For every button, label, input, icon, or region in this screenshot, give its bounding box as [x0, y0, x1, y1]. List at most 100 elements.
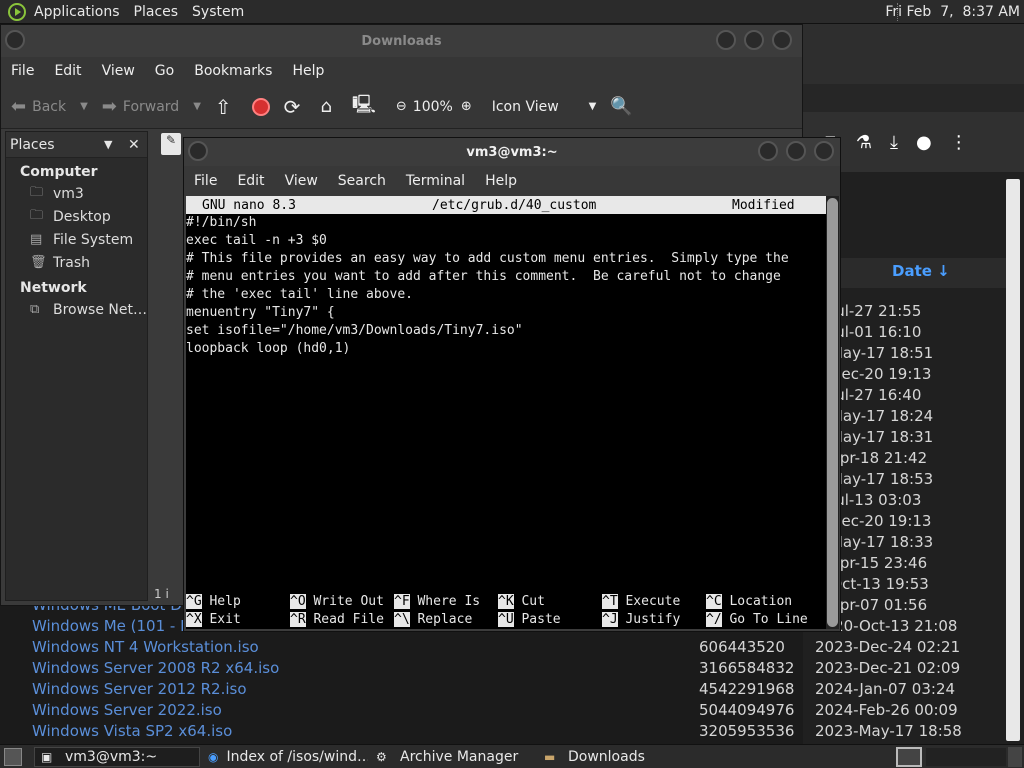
menu-file[interactable]: File	[11, 63, 34, 79]
browser-scrollbar[interactable]	[1006, 179, 1020, 741]
trash-applet-icon[interactable]	[1008, 747, 1022, 767]
menu-search[interactable]: Search	[338, 173, 386, 189]
chevron-down-icon[interactable]: ▼	[104, 138, 112, 151]
shortcut-key: ^\	[394, 612, 410, 627]
menu-view[interactable]: View	[102, 63, 135, 79]
minimize-button[interactable]	[716, 30, 736, 50]
file-name-link[interactable]: Windows Server 2022.iso	[32, 701, 222, 719]
menu-bookmarks[interactable]: Bookmarks	[194, 63, 272, 79]
applications-menu[interactable]: Applications	[34, 4, 120, 20]
menu-go[interactable]: Go	[155, 63, 174, 79]
shortcut-key: ^T	[602, 594, 618, 609]
terminal-icon: ▣	[41, 750, 53, 764]
more-icon[interactable]: ⋮	[950, 132, 968, 153]
file-name-link[interactable]: Windows Server 2008 R2 x64.iso	[32, 659, 279, 677]
menu-help[interactable]: Help	[485, 173, 517, 189]
sidebar-item-trash[interactable]: 🗑 Trash	[6, 251, 147, 274]
show-desktop-icon[interactable]	[4, 748, 22, 766]
workspace-1[interactable]	[896, 747, 922, 767]
window-menu-button[interactable]	[5, 30, 25, 50]
zoom-out-icon[interactable]: ⊖	[396, 99, 407, 114]
shortcut-label: Write Out	[305, 594, 384, 609]
table-row[interactable]: Windows Server 2022.iso 5044094976 2024-Fe…	[20, 701, 980, 722]
trash-icon: 🗑	[30, 255, 47, 270]
sidebar-item-desktop[interactable]: 🗀 Desktop	[6, 205, 147, 228]
shortcut-key: ^C	[706, 594, 722, 609]
nano-shortcut: ^G Help	[186, 593, 241, 611]
home-button[interactable]: ⌂	[320, 96, 337, 117]
edit-location-icon[interactable]: ✎	[161, 133, 181, 155]
chevron-down-icon[interactable]: ▼	[80, 101, 88, 112]
file-name-link[interactable]: Windows Me (101 - Ret	[32, 617, 205, 635]
menu-view[interactable]: View	[285, 173, 318, 189]
nano-line: menuentry "Tiny7" {	[186, 305, 335, 320]
table-row[interactable]: Windows Server 2012 R2.iso 4542291968 2024…	[20, 680, 980, 701]
file-name-link[interactable]: Windows Server 2012 R2.iso	[32, 680, 247, 698]
window-menu-button[interactable]	[188, 141, 208, 161]
shortcut-key: ^R	[290, 612, 306, 627]
file-name-link[interactable]: Windows NT 4 Workstation.iso	[32, 638, 259, 656]
nano-shortcut: ^C Location	[706, 593, 792, 611]
reload-button[interactable]: ⟳	[284, 95, 307, 119]
menu-help[interactable]: Help	[292, 63, 324, 79]
terminal-scrollbar[interactable]	[826, 196, 839, 629]
labs-icon[interactable]: ⚗	[856, 132, 872, 153]
zoom-in-icon[interactable]: ⊕	[461, 99, 472, 114]
menu-file[interactable]: File	[194, 173, 217, 189]
task-downloads[interactable]: ▬ Downloads	[538, 747, 704, 767]
stop-button[interactable]	[251, 97, 270, 116]
workspace-switcher[interactable]	[926, 748, 1006, 766]
sidebar-item-browse-network[interactable]: ⧉ Browse Net…	[6, 298, 147, 321]
back-button[interactable]: ⬅ Back ▼	[11, 96, 88, 117]
reload-icon: ⟳	[283, 94, 301, 119]
close-button[interactable]	[772, 30, 792, 50]
computer-button[interactable]: 🖳	[352, 92, 382, 122]
table-row[interactable]: Windows NT 4 Workstation.iso 606443520 202…	[20, 638, 980, 659]
menu-edit[interactable]: Edit	[237, 173, 264, 189]
terminal-menubar: File Edit View Search Terminal Help	[184, 166, 840, 196]
nano-line: exec tail -n +3 $0	[186, 233, 327, 248]
chevron-down-icon[interactable]: ▼	[193, 101, 201, 112]
search-button[interactable]: 🔍	[610, 96, 638, 117]
menu-edit[interactable]: Edit	[54, 63, 81, 79]
clock[interactable]: Fri Feb 7, 8:37 AM	[885, 4, 1020, 20]
close-icon[interactable]: ✕	[128, 137, 140, 153]
date-column-header[interactable]: Date ↓	[840, 258, 1006, 288]
task-archive-manager[interactable]: ⚙ Archive Manager	[370, 747, 536, 767]
file-manager-titlebar[interactable]: Downloads	[1, 25, 802, 57]
sidebar-item-file-system[interactable]: ▤ File System	[6, 228, 147, 251]
forward-button[interactable]: ➡ Forward ▼	[102, 96, 201, 117]
minimize-button[interactable]	[758, 141, 778, 161]
menu-terminal[interactable]: Terminal	[406, 173, 465, 189]
task-terminal[interactable]: ▣ vm3@vm3:~	[34, 747, 200, 767]
table-row[interactable]: Windows Server 2008 R2 x64.iso 3166584832…	[20, 659, 980, 680]
download-icon[interactable]: ⤓	[890, 132, 898, 153]
nano-shortcut-bar: ^G Help ^O Write Out ^F Where Is ^K Cut ^T E…	[186, 593, 826, 629]
nano-shortcut: ^F Where Is	[394, 593, 480, 611]
terminal-titlebar[interactable]: vm3@vm3:~	[184, 138, 840, 166]
task-browser[interactable]: ◉ Index of /isos/wind…	[202, 747, 368, 767]
file-name-link[interactable]: Windows Vista SP2 x64.iso	[32, 722, 232, 740]
places-menu[interactable]: Places	[134, 4, 179, 20]
nano-shortcut: ^O Write Out	[290, 593, 384, 611]
shortcut-label: Help	[201, 594, 241, 609]
close-button[interactable]	[814, 141, 834, 161]
zoom-control[interactable]: ⊖ 100% ⊕	[396, 99, 478, 115]
archive-icon: ⚙	[376, 750, 387, 764]
sidebar-item-vm3[interactable]: 🗀 vm3	[6, 182, 147, 205]
nano-shortcut: ^T Execute	[602, 593, 680, 611]
nano-shortcut: ^/ Go To Line	[706, 611, 808, 629]
nano-editor-buffer[interactable]: #!/bin/sh exec tail -n +3 $0 # This file p…	[186, 214, 826, 358]
terminal-screen[interactable]: GNU nano 8.3 /etc/grub.d/40_custom Modif…	[186, 196, 826, 629]
system-menu[interactable]: System	[192, 4, 244, 20]
distro-logo-icon[interactable]	[8, 2, 26, 21]
sidebar-header[interactable]: Places ▼ ✕	[6, 132, 147, 158]
up-button[interactable]: ⇧	[215, 95, 238, 119]
maximize-button[interactable]	[786, 141, 806, 161]
view-mode-select[interactable]: Icon View ▼	[492, 99, 597, 115]
maximize-button[interactable]	[744, 30, 764, 50]
table-row[interactable]: Windows Vista SP2 x64.iso 3205953536 2023-…	[20, 722, 980, 743]
scrollbar-thumb[interactable]	[827, 198, 838, 627]
account-icon[interactable]: ●	[916, 132, 932, 153]
status-text: 1 i	[154, 587, 169, 601]
